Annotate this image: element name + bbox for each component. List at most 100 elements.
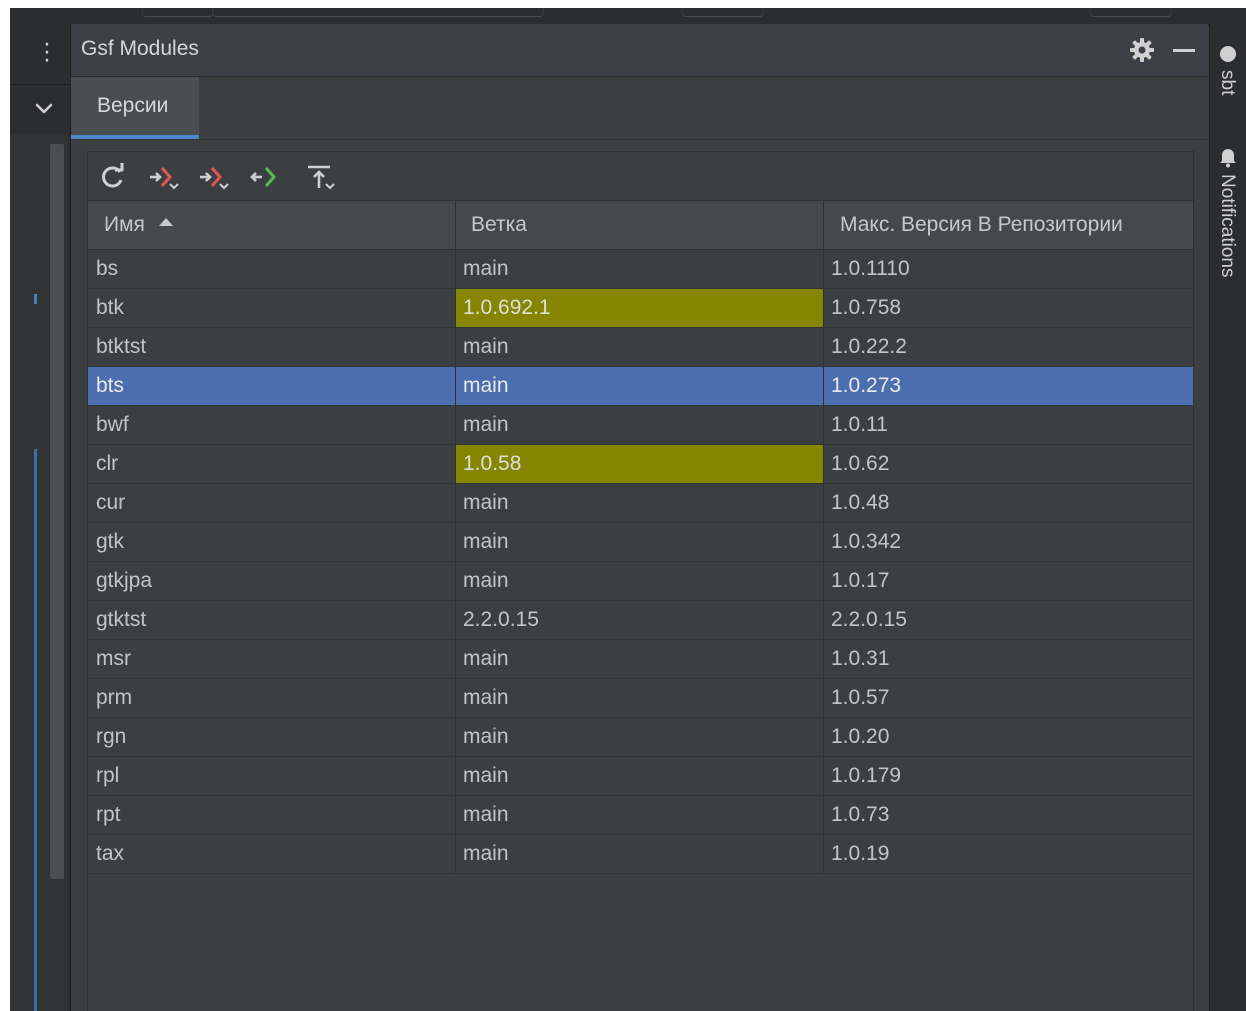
cell-max-version: 1.0.17 — [831, 569, 890, 592]
table-row[interactable]: bts main 1.0.273 — [88, 367, 1193, 406]
column-divider — [823, 718, 824, 756]
tab-versions[interactable]: Версии — [71, 77, 199, 139]
checkout-branch-button[interactable] — [146, 160, 180, 194]
top-tab-strip — [10, 8, 1246, 25]
tool-window: Gsf Modules Версии Имя Ветка Макс. Верси… — [71, 24, 1208, 1011]
top-tab[interactable] — [142, 8, 214, 17]
cell-max-version: 1.0.19 — [831, 842, 890, 865]
cell-max-version: 1.0.62 — [831, 452, 890, 475]
cell-name: cur — [96, 491, 126, 514]
cell-name: bwf — [96, 413, 129, 436]
more-options-icon[interactable]: · · · — [37, 35, 57, 73]
cell-max-version: 1.0.179 — [831, 764, 902, 787]
sort-ascending-icon — [158, 218, 173, 227]
cell-max-version: 1.0.31 — [831, 647, 890, 670]
table-body: bs main 1.0.1110 btk 1.0.692.1 1.0.758 btktst m… — [88, 250, 1193, 874]
table-row[interactable]: clr 1.0.58 1.0.62 — [88, 445, 1193, 484]
table-row[interactable]: btktst main 1.0.22.2 — [88, 328, 1193, 367]
table-row[interactable]: gtk main 1.0.342 — [88, 523, 1193, 562]
column-divider — [823, 679, 824, 717]
push-top-button[interactable] — [302, 160, 336, 194]
tab-bar: Версии — [71, 77, 1208, 140]
right-tool-strip: sbt Notifications — [1209, 24, 1246, 1011]
column-header-max-version[interactable]: Макс. Версия В Репозитории — [840, 201, 1123, 249]
column-divider — [455, 484, 456, 522]
merge-green-icon — [250, 167, 277, 187]
table-row[interactable]: bs main 1.0.1110 — [88, 250, 1193, 289]
cell-branch: main — [463, 725, 509, 748]
cell-branch: main — [463, 413, 509, 436]
checkout-tag-button[interactable] — [196, 160, 230, 194]
column-divider — [823, 406, 824, 444]
cell-name: rpt — [96, 803, 121, 826]
column-divider — [455, 328, 456, 366]
toolbar — [88, 152, 1193, 200]
notifications-tool-button[interactable]: Notifications — [1216, 174, 1238, 278]
column-divider — [823, 445, 824, 483]
cell-name: btk — [96, 296, 125, 319]
column-divider — [455, 679, 456, 717]
column-divider — [455, 250, 456, 288]
cell-name: tax — [96, 842, 125, 865]
chevron-down-icon[interactable] — [32, 96, 56, 120]
table-row[interactable]: msr main 1.0.31 — [88, 640, 1193, 679]
cell-max-version: 1.0.22.2 — [831, 335, 907, 358]
column-header-label: Имя — [104, 213, 145, 236]
refresh-button[interactable] — [96, 160, 130, 194]
notifications-bell-icon[interactable] — [1218, 146, 1238, 168]
cell-name: prm — [96, 686, 133, 709]
column-header-name[interactable]: Имя — [104, 201, 173, 249]
cell-max-version: 1.0.758 — [831, 296, 902, 319]
table-row[interactable]: gtktst 2.2.0.15 2.2.0.15 — [88, 601, 1193, 640]
column-divider — [455, 523, 456, 561]
column-divider — [823, 367, 824, 405]
column-divider — [455, 718, 456, 756]
top-tab[interactable] — [682, 8, 764, 17]
table-row[interactable]: bwf main 1.0.11 — [88, 406, 1193, 445]
cell-max-version: 1.0.273 — [831, 374, 902, 397]
table-row[interactable]: rgn main 1.0.20 — [88, 718, 1193, 757]
column-divider — [455, 367, 456, 405]
cell-branch: main — [463, 764, 509, 787]
column-divider[interactable] — [455, 201, 456, 249]
table-row[interactable]: gtkjpa main 1.0.17 — [88, 562, 1193, 601]
column-divider — [823, 289, 824, 327]
column-divider — [455, 562, 456, 600]
cell-max-version: 1.0.20 — [831, 725, 890, 748]
tool-window-title: Gsf Modules — [81, 37, 199, 60]
merge-button[interactable] — [248, 160, 282, 194]
table-row[interactable]: rpl main 1.0.179 — [88, 757, 1193, 796]
cell-branch: main — [463, 569, 509, 592]
tab-label: Версии — [97, 94, 169, 117]
top-tab[interactable] — [1090, 8, 1172, 17]
table-row[interactable]: tax main 1.0.19 — [88, 835, 1193, 874]
gutter-marker — [34, 294, 37, 304]
column-header-branch[interactable]: Ветка — [471, 201, 527, 249]
column-divider — [823, 640, 824, 678]
table-row[interactable]: prm main 1.0.57 — [88, 679, 1193, 718]
table-row[interactable]: rpt main 1.0.73 — [88, 796, 1193, 835]
column-divider — [455, 445, 456, 483]
cell-max-version: 1.0.11 — [831, 413, 888, 436]
cell-branch: main — [463, 335, 509, 358]
versions-panel: Имя Ветка Макс. Версия В Репозитории bs m… — [87, 151, 1194, 1011]
sbt-tool-button[interactable]: sbt — [1216, 70, 1238, 95]
cell-branch: main — [463, 686, 509, 709]
cell-name: gtktst — [96, 608, 147, 631]
top-tab[interactable] — [212, 8, 544, 17]
branch-checkout-red-icon — [150, 167, 179, 190]
column-divider[interactable] — [823, 201, 824, 249]
cell-branch: 1.0.692.1 — [455, 289, 823, 327]
cell-name: bts — [96, 374, 125, 397]
cell-max-version: 2.2.0.15 — [831, 608, 907, 631]
table-row[interactable]: cur main 1.0.48 — [88, 484, 1193, 523]
table-row[interactable]: btk 1.0.692.1 1.0.758 — [88, 289, 1193, 328]
minimize-icon[interactable] — [1170, 36, 1198, 64]
column-divider — [823, 484, 824, 522]
column-divider — [455, 406, 456, 444]
gear-icon[interactable] — [1128, 36, 1156, 64]
cell-branch: main — [463, 257, 509, 280]
sbt-icon[interactable] — [1220, 46, 1236, 62]
cell-branch: main — [463, 491, 509, 514]
scrollbar[interactable] — [50, 144, 64, 879]
